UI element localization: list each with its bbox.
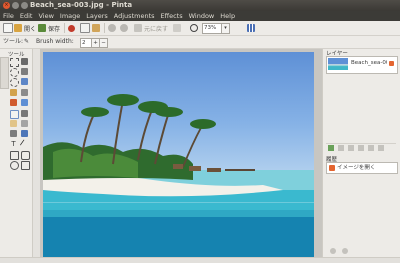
paintbrush-icon[interactable] bbox=[21, 110, 28, 117]
crop-button[interactable] bbox=[173, 23, 181, 33]
text-tool-icon[interactable]: T bbox=[10, 141, 17, 148]
menu-layers[interactable]: Layers bbox=[83, 11, 111, 21]
grid-icon bbox=[247, 24, 255, 32]
rounded-rectangle-icon[interactable] bbox=[21, 151, 30, 160]
tool-label: ツール: bbox=[3, 38, 24, 45]
undo-button[interactable] bbox=[108, 23, 116, 33]
open-label: 開く bbox=[24, 25, 37, 33]
copy-icon bbox=[80, 23, 90, 33]
zoom-dropdown[interactable]: ▾ bbox=[221, 23, 230, 34]
menu-adjustments[interactable]: Adjustments bbox=[111, 11, 158, 21]
open-image-icon bbox=[329, 164, 335, 171]
save-label: 保存 bbox=[48, 25, 61, 33]
eraser-icon[interactable] bbox=[10, 120, 17, 127]
paint-bucket-icon[interactable] bbox=[10, 99, 17, 106]
rectangle-select-icon[interactable] bbox=[10, 58, 19, 67]
status-bar bbox=[0, 257, 400, 263]
history-item-label: イメージを開く bbox=[337, 165, 376, 171]
color-picker-icon[interactable] bbox=[21, 120, 28, 127]
zoom-out-button[interactable] bbox=[190, 23, 198, 33]
ellipse-tool-icon[interactable] bbox=[10, 161, 19, 170]
history-tools-bar bbox=[326, 247, 396, 255]
toolbar-divider bbox=[104, 23, 105, 33]
copy-button[interactable] bbox=[80, 23, 90, 33]
pan-icon[interactable] bbox=[21, 89, 28, 96]
title-bar: × Beach_sea-003.jpg - Pinta bbox=[0, 0, 400, 11]
zoom-tool-icon[interactable] bbox=[10, 89, 17, 96]
magic-wand-icon[interactable] bbox=[21, 78, 28, 85]
new-icon bbox=[3, 23, 13, 33]
undo-history-icon bbox=[134, 24, 142, 32]
layer-name: Beach_sea-003 bbox=[351, 60, 387, 66]
recolor-icon[interactable] bbox=[21, 130, 28, 137]
layer-tools-bar bbox=[326, 143, 396, 152]
move-selected-icon[interactable] bbox=[21, 68, 28, 75]
history-redo-icon[interactable] bbox=[342, 248, 348, 254]
move-layer-up-icon[interactable] bbox=[358, 145, 364, 151]
layer-thumbnail bbox=[328, 58, 348, 70]
main-toolbar: 開く 保存 元に戻す bbox=[0, 21, 400, 36]
redo-label: 元に戻す bbox=[144, 25, 169, 33]
open-icon bbox=[14, 24, 22, 32]
minimize-icon[interactable] bbox=[12, 2, 19, 9]
ellipse-select-icon[interactable] bbox=[10, 78, 19, 87]
maximize-icon[interactable] bbox=[21, 2, 28, 9]
gradient-icon[interactable] bbox=[21, 99, 28, 106]
crop-icon bbox=[173, 24, 181, 32]
window-controls: × bbox=[3, 2, 28, 9]
redo-button[interactable] bbox=[120, 23, 128, 33]
save-icon bbox=[38, 24, 46, 32]
move-selection-icon[interactable] bbox=[21, 58, 28, 65]
menu-effects[interactable]: Effects bbox=[158, 11, 186, 21]
add-layer-icon[interactable] bbox=[328, 145, 334, 151]
save-button[interactable]: 保存 bbox=[38, 23, 60, 33]
history-item[interactable]: イメージを開く bbox=[326, 162, 398, 174]
menu-file[interactable]: File bbox=[0, 11, 17, 21]
tools-panel-header: ツール bbox=[8, 52, 25, 58]
grid-button[interactable] bbox=[247, 23, 255, 33]
rectangle-tool-icon[interactable] bbox=[10, 151, 19, 160]
lasso-select-icon[interactable] bbox=[10, 68, 19, 77]
cut-button[interactable] bbox=[68, 23, 75, 33]
move-layer-down-icon[interactable] bbox=[368, 145, 374, 151]
paste-button[interactable] bbox=[92, 23, 100, 33]
toolbar-divider bbox=[64, 23, 65, 33]
menu-view[interactable]: View bbox=[35, 11, 56, 21]
layer-visibility-checkbox[interactable] bbox=[389, 61, 394, 66]
menu-bar: File Edit View Image Layers Adjustments … bbox=[0, 11, 400, 21]
freeform-shape-icon[interactable] bbox=[21, 161, 30, 170]
canvas-left-ruler bbox=[33, 49, 40, 257]
brush-width-decrease[interactable]: − bbox=[99, 38, 108, 48]
duplicate-layer-icon[interactable] bbox=[348, 145, 354, 151]
cut-icon bbox=[68, 24, 75, 32]
delete-layer-icon[interactable] bbox=[338, 145, 344, 151]
brush-width-label: Brush width: bbox=[36, 38, 74, 45]
pencil-icon: ✎ bbox=[24, 38, 30, 45]
zoom-input[interactable]: 73% bbox=[202, 23, 223, 34]
pencil-tool-icon[interactable] bbox=[10, 110, 19, 119]
redo-icon bbox=[120, 24, 128, 32]
right-panel bbox=[322, 49, 400, 257]
redo-text-button[interactable]: 元に戻す bbox=[134, 23, 168, 33]
history-undo-icon[interactable] bbox=[330, 248, 336, 254]
menu-window[interactable]: Window bbox=[186, 11, 218, 21]
undo-icon bbox=[108, 24, 116, 32]
canvas-image[interactable] bbox=[43, 52, 314, 257]
paste-icon bbox=[92, 24, 100, 32]
menu-help[interactable]: Help bbox=[217, 11, 238, 21]
clone-stamp-icon[interactable] bbox=[10, 130, 17, 137]
tool-options-bar: ツール: ✎ Brush width: bbox=[0, 36, 400, 49]
tools-side-tab[interactable] bbox=[0, 57, 9, 89]
menu-edit[interactable]: Edit bbox=[17, 11, 36, 21]
open-button[interactable]: 開く bbox=[14, 23, 36, 33]
new-button[interactable] bbox=[3, 23, 13, 33]
beach-photo bbox=[43, 94, 314, 257]
zoom-icon bbox=[190, 24, 198, 32]
layer-properties-icon[interactable] bbox=[378, 145, 384, 151]
close-icon[interactable]: × bbox=[3, 2, 10, 9]
menu-image[interactable]: Image bbox=[57, 11, 83, 21]
window-title: Beach_sea-003.jpg - Pinta bbox=[30, 1, 133, 9]
